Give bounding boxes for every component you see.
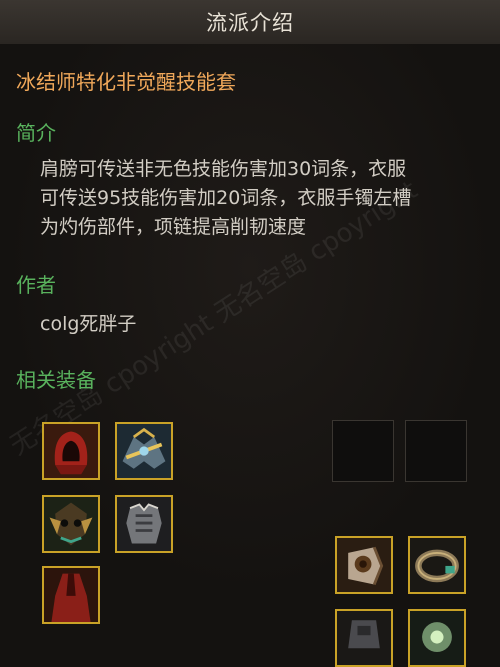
equipment-slot-red-hood[interactable] — [42, 422, 100, 480]
equipment-slot-gauntlet[interactable] — [335, 609, 393, 667]
equipment-slot-bracelet[interactable] — [408, 536, 466, 594]
equipment-slot-empty[interactable] — [332, 420, 394, 482]
equipment-slot-empty[interactable] — [405, 420, 467, 482]
intro-line: 可传送95技能伤害加20词条，衣服手镯左槽 — [40, 187, 412, 209]
intro-heading: 简介 — [16, 121, 56, 145]
red-robe-icon — [44, 568, 98, 622]
watermark: 无名空岛 cpoyright 无名空岛 cpoyright — [4, 175, 424, 462]
equipment-slot-orb[interactable] — [408, 609, 466, 667]
chest-armor-icon — [117, 497, 171, 551]
equipment-slot-shoulder[interactable] — [115, 422, 173, 480]
equipment-slot-mask[interactable] — [42, 495, 100, 553]
author-name: colg死胖子 — [40, 313, 137, 335]
equipment-slot-bracer[interactable] — [335, 536, 393, 594]
green-orb-icon — [410, 611, 464, 665]
gauntlet-icon — [337, 611, 391, 665]
arm-bracer-icon — [337, 538, 391, 592]
intro-line: 为灼伤部件，项链提高削韧速度 — [40, 216, 307, 238]
equipment-slot-chest[interactable] — [115, 495, 173, 553]
intro-text: 肩膀可传送非无色技能伤害加30词条，衣服 可传送95技能伤害加20词条，衣服手镯… — [40, 155, 480, 242]
build-name: 冰结师特化非觉醒技能套 — [16, 70, 236, 94]
author-heading: 作者 — [16, 273, 56, 297]
skull-mask-icon — [44, 497, 98, 551]
equipment-heading: 相关装备 — [16, 368, 96, 392]
bracelet-icon — [410, 538, 464, 592]
red-hood-icon — [44, 424, 98, 478]
title-bar: 流派介绍 — [0, 0, 500, 45]
shoulder-armor-icon — [117, 424, 171, 478]
equipment-slot-robe[interactable] — [42, 566, 100, 624]
intro-line: 肩膀可传送非无色技能伤害加30词条，衣服 — [40, 158, 407, 180]
window-title: 流派介绍 — [206, 11, 294, 35]
content-panel: 无名空岛 cpoyright 无名空岛 cpoyright 冰结师特化非觉醒技能… — [0, 44, 500, 667]
